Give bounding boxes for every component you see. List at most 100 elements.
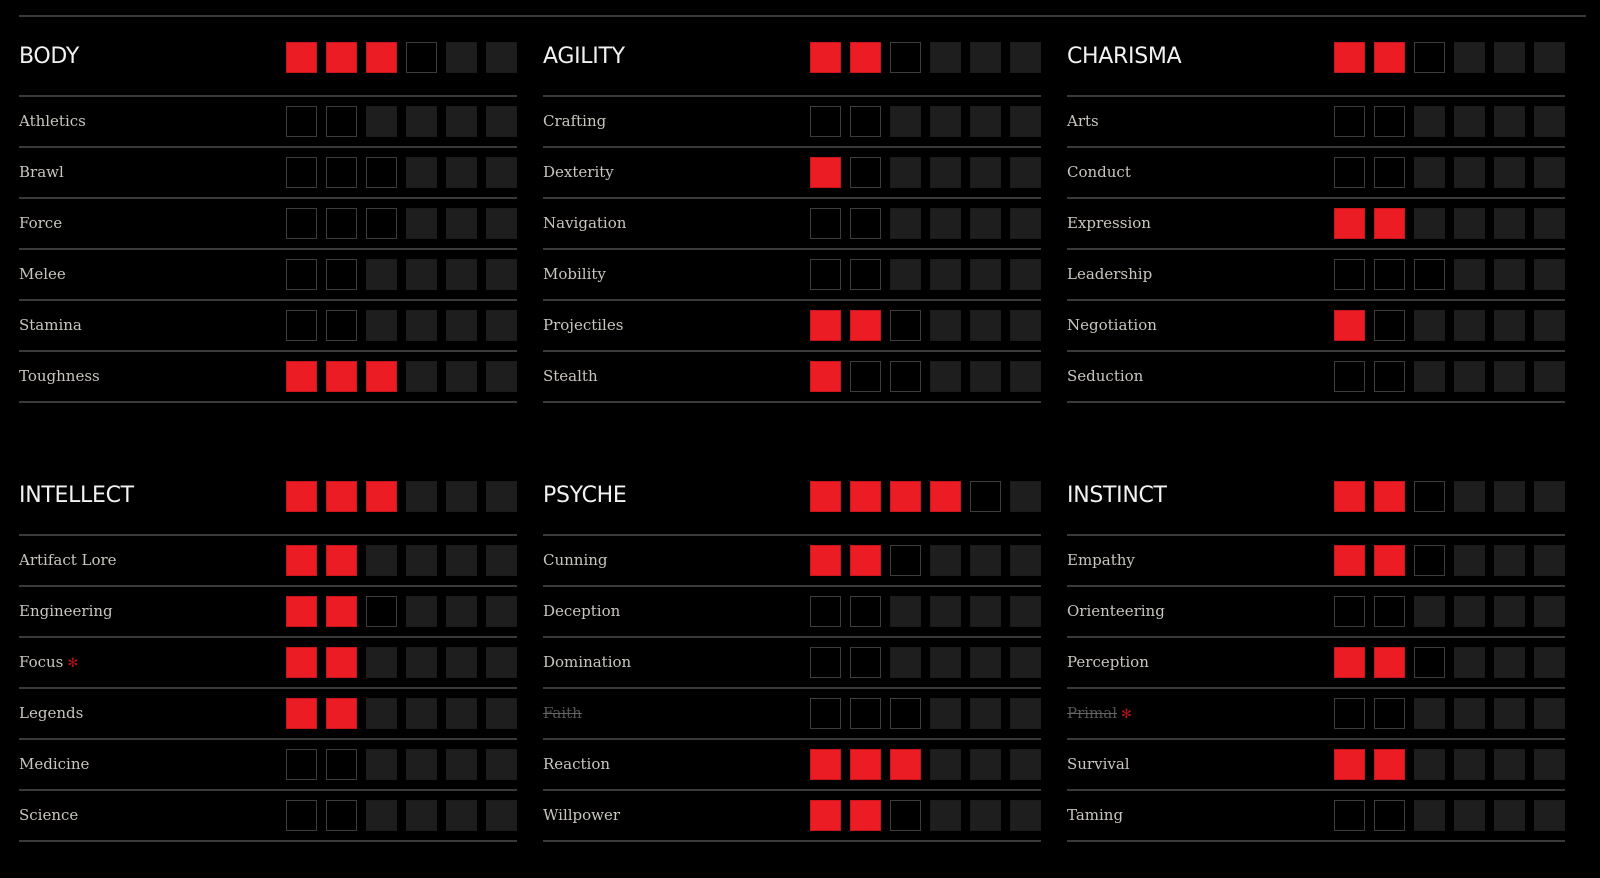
skill-empathy-box-3-empty[interactable] <box>1414 545 1445 576</box>
skill-expression-box-2-filled[interactable] <box>1374 208 1405 239</box>
skill-mobility-box-2-empty[interactable] <box>850 259 881 290</box>
skill-artifact-lore-box-1-filled[interactable] <box>286 545 317 576</box>
skill-force-box-1-empty[interactable] <box>286 208 317 239</box>
skill-leadership-box-1-empty[interactable] <box>1334 259 1365 290</box>
attribute-body-box-1-filled[interactable] <box>286 42 317 73</box>
skill-arts-box-2-empty[interactable] <box>1374 106 1405 137</box>
attribute-psyche-box-5-empty[interactable] <box>970 481 1001 512</box>
skill-brawl-box-1-empty[interactable] <box>286 157 317 188</box>
skill-engineering-box-3-empty[interactable] <box>366 596 397 627</box>
attribute-intellect-box-3-filled[interactable] <box>366 481 397 512</box>
skill-melee-box-1-empty[interactable] <box>286 259 317 290</box>
skill-dexterity-box-1-filled[interactable] <box>810 157 841 188</box>
skill-arts-box-1-empty[interactable] <box>1334 106 1365 137</box>
skill-empathy-box-2-filled[interactable] <box>1374 545 1405 576</box>
skill-toughness-box-1-filled[interactable] <box>286 361 317 392</box>
attribute-charisma-box-3-empty[interactable] <box>1414 42 1445 73</box>
skill-crafting-box-2-empty[interactable] <box>850 106 881 137</box>
attribute-body-box-4-empty[interactable] <box>406 42 437 73</box>
attribute-instinct-box-3-empty[interactable] <box>1414 481 1445 512</box>
skill-faith-box-3-empty[interactable] <box>890 698 921 729</box>
attribute-agility-box-3-empty[interactable] <box>890 42 921 73</box>
skill-stealth-box-2-empty[interactable] <box>850 361 881 392</box>
skill-expression-box-1-filled[interactable] <box>1334 208 1365 239</box>
attribute-body-box-2-filled[interactable] <box>326 42 357 73</box>
skill-force-box-2-empty[interactable] <box>326 208 357 239</box>
skill-negotiation-box-1-filled[interactable] <box>1334 310 1365 341</box>
skill-projectiles-box-1-filled[interactable] <box>810 310 841 341</box>
skill-legends-box-2-filled[interactable] <box>326 698 357 729</box>
attribute-psyche-box-2-filled[interactable] <box>850 481 881 512</box>
skill-perception-box-2-filled[interactable] <box>1374 647 1405 678</box>
skill-primal-box-2-empty[interactable] <box>1374 698 1405 729</box>
skill-leadership-box-2-empty[interactable] <box>1374 259 1405 290</box>
skill-navigation-box-2-empty[interactable] <box>850 208 881 239</box>
skill-athletics-box-1-empty[interactable] <box>286 106 317 137</box>
skill-medicine-box-1-empty[interactable] <box>286 749 317 780</box>
skill-toughness-box-2-filled[interactable] <box>326 361 357 392</box>
skill-focus-box-2-filled[interactable] <box>326 647 357 678</box>
skill-willpower-box-2-filled[interactable] <box>850 800 881 831</box>
skill-leadership-box-3-empty[interactable] <box>1414 259 1445 290</box>
skill-athletics-box-2-empty[interactable] <box>326 106 357 137</box>
skill-empathy-box-1-filled[interactable] <box>1334 545 1365 576</box>
attribute-instinct-box-2-filled[interactable] <box>1374 481 1405 512</box>
skill-conduct-box-2-empty[interactable] <box>1374 157 1405 188</box>
skill-engineering-box-1-filled[interactable] <box>286 596 317 627</box>
skill-survival-box-1-filled[interactable] <box>1334 749 1365 780</box>
skill-perception-box-3-empty[interactable] <box>1414 647 1445 678</box>
skill-cunning-box-1-filled[interactable] <box>810 545 841 576</box>
attribute-instinct-box-1-filled[interactable] <box>1334 481 1365 512</box>
skill-domination-box-1-empty[interactable] <box>810 647 841 678</box>
skill-artifact-lore-box-2-filled[interactable] <box>326 545 357 576</box>
skill-perception-box-1-filled[interactable] <box>1334 647 1365 678</box>
skill-survival-box-2-filled[interactable] <box>1374 749 1405 780</box>
skill-willpower-box-3-empty[interactable] <box>890 800 921 831</box>
skill-force-box-3-empty[interactable] <box>366 208 397 239</box>
attribute-charisma-box-1-filled[interactable] <box>1334 42 1365 73</box>
attribute-psyche-box-3-filled[interactable] <box>890 481 921 512</box>
skill-taming-box-2-empty[interactable] <box>1374 800 1405 831</box>
attribute-agility-box-2-filled[interactable] <box>850 42 881 73</box>
skill-conduct-box-1-empty[interactable] <box>1334 157 1365 188</box>
skill-deception-box-1-empty[interactable] <box>810 596 841 627</box>
skill-science-box-1-empty[interactable] <box>286 800 317 831</box>
skill-focus-box-1-filled[interactable] <box>286 647 317 678</box>
attribute-charisma-box-2-filled[interactable] <box>1374 42 1405 73</box>
attribute-agility-box-1-filled[interactable] <box>810 42 841 73</box>
skill-engineering-box-2-filled[interactable] <box>326 596 357 627</box>
skill-faith-box-2-empty[interactable] <box>850 698 881 729</box>
skill-stealth-box-1-filled[interactable] <box>810 361 841 392</box>
attribute-intellect-box-1-filled[interactable] <box>286 481 317 512</box>
skill-reaction-box-1-filled[interactable] <box>810 749 841 780</box>
skill-deception-box-2-empty[interactable] <box>850 596 881 627</box>
skill-stamina-box-2-empty[interactable] <box>326 310 357 341</box>
skill-willpower-box-1-filled[interactable] <box>810 800 841 831</box>
skill-negotiation-box-2-empty[interactable] <box>1374 310 1405 341</box>
skill-navigation-box-1-empty[interactable] <box>810 208 841 239</box>
skill-seduction-box-2-empty[interactable] <box>1374 361 1405 392</box>
skill-stamina-box-1-empty[interactable] <box>286 310 317 341</box>
skill-primal-box-1-empty[interactable] <box>1334 698 1365 729</box>
skill-reaction-box-2-filled[interactable] <box>850 749 881 780</box>
skill-cunning-box-2-filled[interactable] <box>850 545 881 576</box>
attribute-psyche-box-1-filled[interactable] <box>810 481 841 512</box>
skill-melee-box-2-empty[interactable] <box>326 259 357 290</box>
skill-brawl-box-3-empty[interactable] <box>366 157 397 188</box>
skill-orienteering-box-2-empty[interactable] <box>1374 596 1405 627</box>
skill-projectiles-box-2-filled[interactable] <box>850 310 881 341</box>
skill-taming-box-1-empty[interactable] <box>1334 800 1365 831</box>
skill-medicine-box-2-empty[interactable] <box>326 749 357 780</box>
skill-faith-box-1-empty[interactable] <box>810 698 841 729</box>
skill-seduction-box-1-empty[interactable] <box>1334 361 1365 392</box>
skill-crafting-box-1-empty[interactable] <box>810 106 841 137</box>
skill-orienteering-box-1-empty[interactable] <box>1334 596 1365 627</box>
skill-cunning-box-3-empty[interactable] <box>890 545 921 576</box>
attribute-body-box-3-filled[interactable] <box>366 42 397 73</box>
skill-mobility-box-1-empty[interactable] <box>810 259 841 290</box>
skill-toughness-box-3-filled[interactable] <box>366 361 397 392</box>
skill-projectiles-box-3-empty[interactable] <box>890 310 921 341</box>
skill-science-box-2-empty[interactable] <box>326 800 357 831</box>
attribute-intellect-box-2-filled[interactable] <box>326 481 357 512</box>
skill-dexterity-box-2-empty[interactable] <box>850 157 881 188</box>
